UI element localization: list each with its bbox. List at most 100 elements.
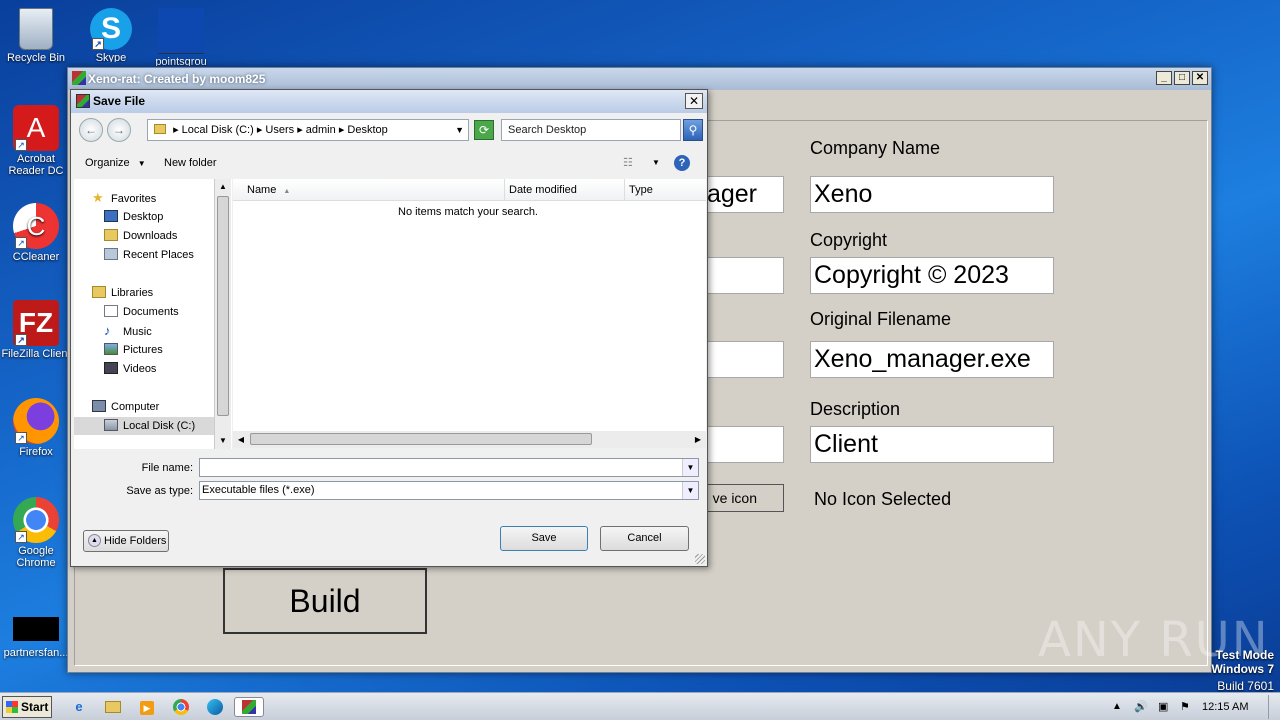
copyright-field[interactable]: Copyright © 2023 [810,257,1054,294]
xeno-title-bar[interactable]: Xeno-rat: Created by moom825 _ □ ✕ [68,68,1211,90]
dialog-title-bar[interactable]: Save File ✕ [71,90,707,113]
desktop-icon-chrome[interactable]: ↗ Google Chrome [1,497,71,569]
tree-item-recent-places[interactable]: Recent Places [104,246,232,264]
scroll-right-arrow[interactable]: ▶ [690,431,706,448]
tree-item-music[interactable]: ♪ Music [104,322,232,340]
recent-places-icon [104,248,118,260]
back-button[interactable]: ← [79,118,103,142]
desktop-icon-partnersfan[interactable]: partnersfan... [1,617,71,659]
file-list-hscrollbar[interactable]: ◀ ▶ [233,431,706,448]
downloads-folder-icon [104,229,118,241]
tree-item-desktop[interactable]: Desktop [104,208,232,226]
breadcrumb-users[interactable]: Users [265,124,294,136]
network-icon[interactable]: ▣ [1158,693,1168,720]
close-button[interactable]: ✕ [1192,71,1208,85]
tree-label: Favorites [111,193,157,205]
save-as-type-select[interactable]: Executable files (*.exe) ▼ [199,481,699,500]
hscroll-thumb[interactable] [250,433,592,445]
address-dropdown-icon[interactable]: ▼ [455,120,464,140]
show-desktop-button[interactable] [1268,695,1278,719]
chrome-taskbar-icon[interactable] [170,697,192,717]
organize-menu[interactable]: Organize ▼ [85,150,146,177]
chevron-down-icon[interactable]: ▼ [682,482,698,499]
breadcrumb-desktop[interactable]: Desktop [347,124,387,136]
desktop-icon-pointsgrou[interactable]: pointsgrou [146,8,216,66]
tree-item-documents[interactable]: Documents [104,303,232,321]
desktop-icon-firefox[interactable]: ↗ Firefox [1,398,71,458]
acrobat-icon: A ↗ [13,105,59,151]
breadcrumb-sep: ▸ [173,124,182,136]
sort-arrow-icon: ▲ [283,188,291,195]
desktop-icon-skype[interactable]: S ↗ Skype [76,8,146,62]
cancel-button[interactable]: Cancel [600,526,689,551]
scroll-down-arrow[interactable]: ▼ [215,433,231,449]
start-button[interactable]: Start [2,696,52,718]
view-options-icon[interactable]: ☷ [623,150,633,176]
volume-icon[interactable]: 🔊 [1134,693,1148,720]
tree-item-computer[interactable]: Computer [92,398,232,416]
tree-scrollbar[interactable]: ▲ ▼ [214,179,231,449]
company-name-field[interactable]: Xeno [810,176,1054,213]
help-icon[interactable]: ? [674,155,690,171]
original-filename-label: Original Filename [810,309,952,329]
resize-grip[interactable] [695,554,705,564]
desktop-icon-recycle-bin[interactable]: Recycle Bin [1,8,71,64]
column-header-name[interactable]: Name ▲ [233,179,505,201]
dialog-close-button[interactable]: ✕ [685,93,703,109]
tree-item-libraries[interactable]: Libraries [92,284,232,302]
scroll-thumb[interactable] [217,196,229,416]
forward-button[interactable]: → [107,118,131,142]
chevron-down-icon[interactable]: ▼ [682,459,698,476]
tree-item-videos[interactable]: Videos [104,360,232,378]
file-name-input[interactable]: ▼ [199,458,699,477]
file-icon [13,617,59,641]
original-filename-field[interactable]: Xeno_manager.exe [810,341,1054,378]
desktop-icon-filezilla[interactable]: FZ ↗ FileZilla Client [1,300,71,360]
column-header-type[interactable]: Type [625,179,706,201]
clock[interactable]: 12:15 AM [1202,693,1248,720]
maximize-button[interactable]: □ [1174,71,1190,85]
scroll-up-arrow[interactable]: ▲ [215,179,231,195]
desktop-icon-label: pointsgrou [155,56,207,66]
pictures-icon [104,343,118,355]
no-icon-selected-text: No Icon Selected [814,489,952,509]
build-button[interactable]: Build [223,568,427,634]
internet-explorer-icon[interactable]: e [68,697,90,717]
tree-item-favorites[interactable]: ★ Favorites [92,189,232,207]
media-player-icon[interactable]: ▶ [136,697,158,717]
view-chevron-down-icon[interactable]: ▼ [652,150,660,176]
tree-item-local-disk[interactable]: Local Disk (C:) [74,417,217,435]
show-hidden-icons[interactable]: ▲ [1112,693,1122,720]
file-explorer-icon[interactable] [102,697,124,717]
refresh-button[interactable]: ⟳ [474,120,494,140]
description-label: Description [810,399,901,419]
search-input[interactable]: Search Desktop [501,119,681,141]
hide-folders-label: Hide Folders [104,535,167,547]
desktop-icon-acrobat[interactable]: A ↗ Acrobat Reader DC [1,105,71,177]
tree-item-downloads[interactable]: Downloads [104,227,232,245]
tree-label: Recent Places [123,249,194,261]
libraries-icon [92,286,106,298]
description-field[interactable]: Client [810,426,1054,463]
scroll-left-arrow[interactable]: ◀ [233,431,249,448]
desktop-icon-ccleaner[interactable]: C ↗ CCleaner [1,203,71,263]
new-folder-button[interactable]: New folder [164,150,217,176]
tree-label: Videos [123,363,157,375]
breadcrumb-admin[interactable]: admin [306,124,336,136]
test-mode-text: Test Mode [1215,648,1274,662]
hide-folders-button[interactable]: ▲ Hide Folders [83,530,169,552]
save-button[interactable]: Save [500,526,588,551]
xeno-rat-taskbar-icon[interactable] [234,697,264,717]
breadcrumb-local-disk[interactable]: Local Disk (C:) [182,124,254,136]
xeno-window-title: Xeno-rat: Created by moom825 [88,72,266,86]
drive-icon [104,419,118,431]
edge-icon[interactable] [204,697,226,717]
minimize-button[interactable]: _ [1156,71,1172,85]
column-header-date-modified[interactable]: Date modified [505,179,625,201]
action-center-flag-icon[interactable]: ⚑ [1180,693,1190,720]
chrome-icon: ↗ [13,497,59,543]
filezilla-icon: FZ ↗ [13,300,59,346]
search-button[interactable]: ⚲ [683,119,703,141]
address-bar[interactable]: ▸ Local Disk (C:) ▸ Users ▸ admin ▸ Desk… [147,119,469,141]
tree-item-pictures[interactable]: Pictures [104,341,232,359]
